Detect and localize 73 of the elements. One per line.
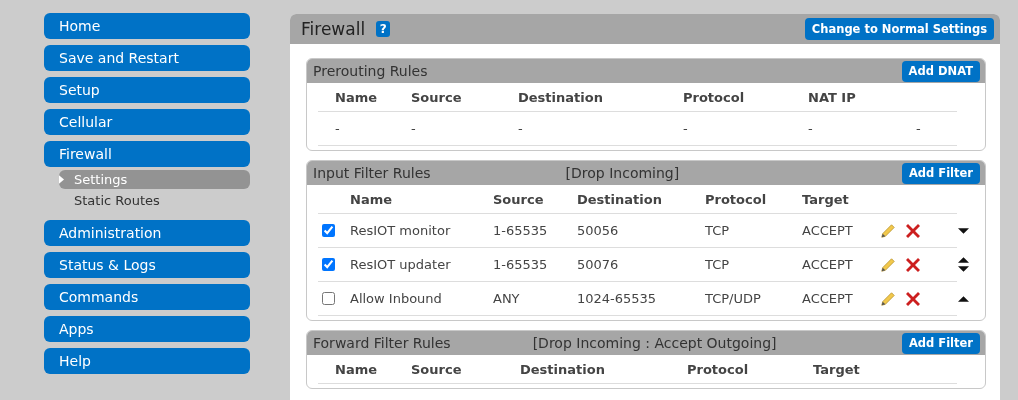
table-cell-text: ACCEPT	[802, 291, 854, 306]
delete-icon[interactable]	[905, 290, 921, 307]
table-cell-text: 1-65535	[493, 223, 549, 238]
column-header: Destination	[520, 361, 606, 377]
column-header: Destination	[577, 191, 663, 207]
panel-title: Firewall	[301, 19, 366, 39]
table-cell-text: 1024-65535	[577, 291, 658, 306]
help-button[interactable]: ?	[376, 21, 391, 37]
pointer-icon	[59, 175, 64, 184]
rule-checkbox[interactable]	[322, 258, 335, 271]
table-cell-text: 50076	[577, 257, 620, 272]
add-button[interactable]: Add Filter	[901, 162, 980, 184]
policy-label: [Drop Incoming]	[565, 165, 680, 181]
delete-icon[interactable]	[905, 222, 921, 239]
column-header: Source	[493, 191, 545, 207]
table-cell-text: ANY	[493, 291, 521, 306]
table-cell-text: -	[916, 121, 922, 136]
rule-checkbox[interactable]	[322, 292, 335, 305]
nav-item[interactable]: Cellular	[44, 109, 250, 135]
nav-item[interactable]: Apps	[44, 316, 250, 342]
column-header: Source	[411, 361, 463, 377]
table-cell-text: -	[518, 121, 524, 136]
table-cell-text: -	[334, 121, 341, 136]
table-cell-text: TCP	[705, 223, 731, 238]
delete-icon[interactable]	[905, 256, 921, 273]
table-cell-text: ResIOT monitor	[350, 223, 452, 238]
table-cell-text: -	[808, 121, 814, 136]
table-cell-text: TCP	[705, 257, 731, 272]
section-title: Forward Filter Rules	[313, 335, 451, 351]
column-header: Protocol	[687, 361, 750, 377]
nav-item[interactable]: Administration	[44, 220, 250, 246]
nav-item[interactable]: Home	[44, 13, 250, 39]
move-up-icon[interactable]	[958, 295, 969, 302]
table-cell-text: ACCEPT	[802, 257, 854, 272]
column-header: Target	[802, 191, 850, 207]
section-title: Prerouting Rules	[313, 63, 428, 79]
column-header: Name	[350, 191, 393, 207]
table-cell-text: TCP/UDP	[705, 291, 762, 306]
column-header: Protocol	[683, 89, 746, 105]
add-button[interactable]: Add Filter	[901, 332, 980, 354]
nav-subitem[interactable]: Static Routes	[59, 191, 250, 210]
column-header: Source	[411, 89, 463, 105]
column-header: Name	[334, 361, 378, 377]
column-header: Destination	[518, 89, 604, 105]
add-button[interactable]: Add DNAT	[901, 60, 980, 82]
pencil-icon[interactable]	[880, 222, 896, 239]
nav-subitem[interactable]: Settings	[59, 170, 250, 189]
nav-item[interactable]: Firewall	[44, 141, 250, 167]
column-header: Protocol	[705, 191, 768, 207]
nav-item[interactable]: Commands	[44, 284, 250, 310]
pencil-icon[interactable]	[880, 256, 896, 273]
rule-checkbox[interactable]	[322, 224, 335, 237]
nav-item[interactable]: Help	[44, 348, 250, 374]
move-down-icon[interactable]	[958, 266, 969, 272]
policy-label: [Drop Incoming : Accept Outgoing]	[532, 335, 777, 351]
table-cell-text: 50056	[577, 223, 620, 238]
nav-item[interactable]: Setup	[44, 77, 250, 103]
table-cell-text: -	[411, 121, 417, 136]
move-down-icon[interactable]	[958, 227, 969, 234]
column-header: Target	[813, 361, 861, 377]
table-cell-text: Allow Inbound	[350, 291, 443, 306]
nav-item[interactable]: Save and Restart	[44, 45, 250, 71]
nav-item[interactable]: Status & Logs	[44, 252, 250, 278]
pencil-icon[interactable]	[880, 290, 896, 307]
normal-settings-button[interactable]: Change to Normal Settings	[804, 18, 994, 40]
move-up-icon[interactable]	[958, 257, 969, 263]
table-cell-text: -	[683, 121, 689, 136]
table-cell-text: 1-65535	[493, 257, 549, 272]
section-title: Input Filter Rules	[313, 165, 431, 181]
column-header: NAT IP	[808, 89, 857, 105]
table-cell-text: ResIOT updater	[350, 257, 452, 272]
column-header: Name	[334, 89, 378, 105]
table-cell-text: ACCEPT	[802, 223, 854, 238]
